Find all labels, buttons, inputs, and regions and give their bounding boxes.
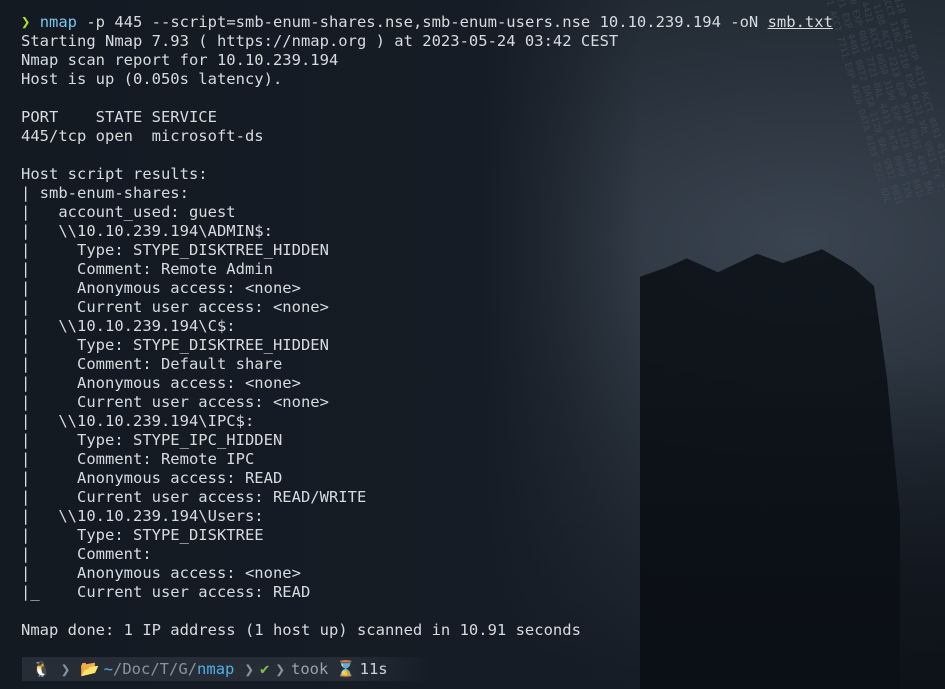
- output-line: | Anonymous access: <none>: [21, 374, 301, 392]
- output-line: | Comment:: [21, 545, 152, 563]
- output-line: Starting Nmap 7.93 ( https://nmap.org ) …: [21, 32, 619, 50]
- hourglass-icon: ⌛: [336, 660, 356, 678]
- command-output-file: smb.txt: [767, 13, 833, 31]
- path-part: Doc: [122, 660, 151, 678]
- path-breadcrumb: ~/Doc/T/G/nmap: [103, 660, 235, 678]
- took-label: took: [291, 660, 329, 678]
- output-line: | Anonymous access: <none>: [21, 279, 301, 297]
- output-line: | Anonymous access: <none>: [21, 564, 301, 582]
- output-line: Nmap scan report for 10.10.239.194: [21, 51, 339, 69]
- segment-separator-icon: ❯: [275, 659, 285, 679]
- output-line: | Anonymous access: READ: [21, 469, 283, 487]
- output-line: | Type: STYPE_DISKTREE_HIDDEN: [21, 241, 329, 259]
- path-part: G: [178, 660, 188, 678]
- output-line: | Comment: Default share: [21, 355, 283, 373]
- output-line: |_ Current user access: READ: [21, 583, 311, 601]
- command-line: ❯ nmap -p 445 --script=smb-enum-shares.n…: [21, 13, 945, 32]
- linux-tux-icon: 🐧: [32, 660, 51, 678]
- output-line: | Current user access: READ/WRITE: [21, 488, 367, 506]
- prompt-symbol: ❯: [21, 13, 31, 31]
- command-program: nmap: [39, 13, 78, 31]
- path-current: nmap: [197, 660, 235, 678]
- prompt-statusbar: 🐧 ❯ 📂 ~/Doc/T/G/nmap ❯ ✔ ❯ took ⌛ 11s: [22, 657, 432, 681]
- segment-separator-icon: ❯: [244, 659, 255, 679]
- output-line: | \\10.10.239.194\C$:: [21, 317, 236, 335]
- command-duration: 11s: [359, 660, 388, 678]
- output-line: | Comment: Remote IPC: [21, 450, 255, 468]
- command-args: -p 445 --script=smb-enum-shares.nse,smb-…: [77, 13, 768, 31]
- output-line: | Comment: Remote Admin: [21, 260, 273, 278]
- output-line: | Current user access: <none>: [21, 393, 329, 411]
- output-line: 445/tcp open microsoft-ds: [21, 127, 264, 145]
- output-line: PORT STATE SERVICE: [21, 108, 217, 126]
- output-line: Host is up (0.050s latency).: [21, 70, 283, 88]
- output-line: | \\10.10.239.194\IPC$:: [21, 412, 255, 430]
- output-line: | Type: STYPE_IPC_HIDDEN: [21, 431, 283, 449]
- segment-separator-icon: ❯: [60, 659, 71, 679]
- path-segment: 📂 ~/Doc/T/G/nmap: [76, 657, 238, 681]
- terminal-output: ❯ nmap -p 445 --script=smb-enum-shares.n…: [21, 13, 945, 640]
- output-line: | \\10.10.239.194\Users:: [21, 507, 264, 525]
- output-line: | account_used: guest: [21, 203, 236, 221]
- output-line: | Current user access: <none>: [21, 298, 329, 316]
- output-line: Host script results:: [21, 165, 208, 183]
- output-line: | Type: STYPE_DISKTREE: [21, 526, 264, 544]
- output-line: Nmap done: 1 IP address (1 host up) scan…: [21, 621, 581, 639]
- scan-output: Starting Nmap 7.93 ( https://nmap.org ) …: [21, 32, 945, 640]
- path-part: T: [159, 660, 170, 678]
- path-home: ~: [103, 660, 113, 678]
- folder-open-icon: 📂: [80, 660, 100, 678]
- output-line: | \\10.10.239.194\ADMIN$:: [21, 222, 273, 240]
- output-line: | smb-enum-shares:: [21, 184, 189, 202]
- output-line: | Type: STYPE_DISKTREE_HIDDEN: [21, 336, 329, 354]
- success-check-icon: ✔: [260, 660, 270, 678]
